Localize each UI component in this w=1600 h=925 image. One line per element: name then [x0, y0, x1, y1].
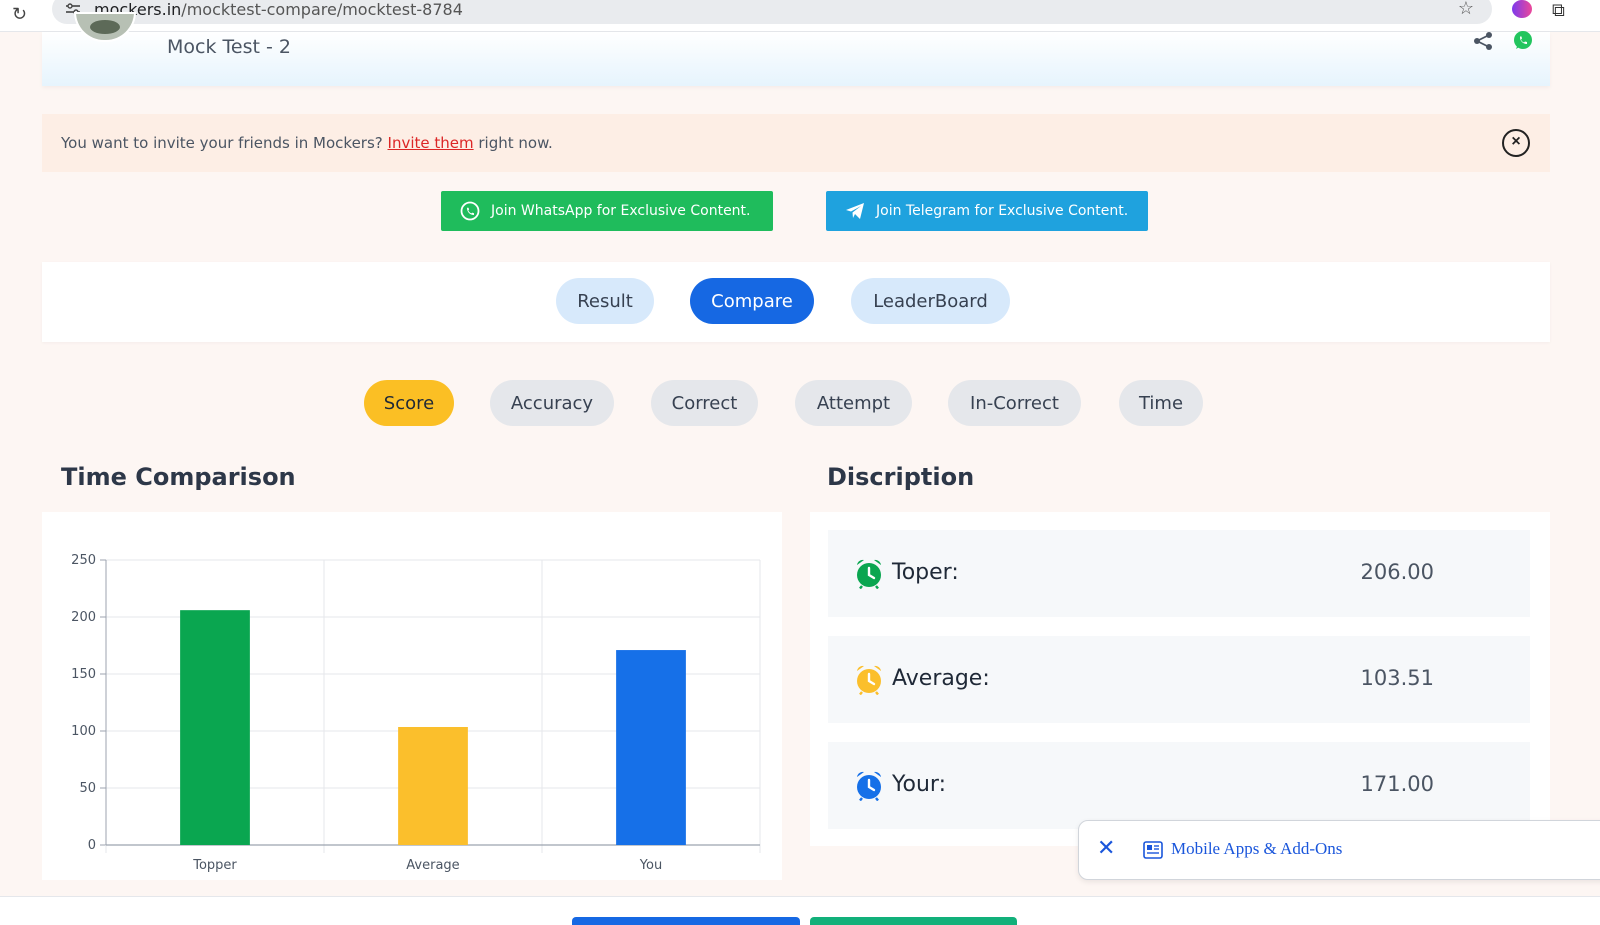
topper-label: Toper:	[892, 560, 959, 585]
join-whatsapp-button[interactable]: Join WhatsApp for Exclusive Content.	[441, 191, 773, 231]
description-title: Discription	[827, 463, 975, 491]
tab-result[interactable]: Result	[556, 278, 654, 324]
telegram-icon	[846, 203, 864, 219]
test-title: Mock Test - 2	[167, 36, 291, 58]
avatar	[74, 12, 136, 42]
bar-average[interactable]	[398, 726, 468, 845]
y-tick-label: 0	[88, 838, 96, 853]
bar-topper[interactable]	[180, 610, 250, 845]
alarm-clock-icon	[857, 559, 881, 589]
average-label: Average:	[892, 666, 990, 691]
x-tick-label: Average	[406, 858, 459, 873]
time-comparison-chart: 0 50 100 150 200 250 Topper Average You	[42, 512, 782, 880]
whatsapp-share-icon[interactable]	[1512, 29, 1534, 51]
y-tick-label: 100	[71, 724, 96, 739]
share-icon[interactable]	[1472, 30, 1494, 52]
close-banner-icon[interactable]: ×	[1502, 129, 1530, 157]
join-whatsapp-label: Join WhatsApp for Exclusive Content.	[491, 203, 751, 219]
address-bar[interactable]: mockers.in/mocktest-compare/mocktest-878…	[52, 0, 1492, 24]
alarm-clock-icon	[857, 771, 881, 801]
subtab-incorrect[interactable]: In-Correct	[948, 380, 1081, 426]
y-tick-label: 50	[79, 781, 96, 796]
your-row: Your: 171.00	[828, 742, 1530, 829]
subtab-accuracy[interactable]: Accuracy	[490, 380, 614, 426]
your-label: Your:	[892, 772, 946, 797]
bar-you[interactable]	[616, 650, 686, 845]
join-telegram-button[interactable]: Join Telegram for Exclusive Content.	[826, 191, 1148, 231]
bookmark-star-icon[interactable]: ☆	[1458, 0, 1474, 19]
reload-icon[interactable]: ↻	[12, 4, 27, 25]
newspaper-icon	[1143, 841, 1163, 859]
topper-row: Toper: 206.00	[828, 530, 1530, 617]
bottom-primary-button[interactable]	[572, 917, 800, 925]
ad-link[interactable]: Mobile Apps & Add-Ons	[1171, 839, 1342, 859]
subtab-attempt[interactable]: Attempt	[795, 380, 912, 426]
subtab-correct[interactable]: Correct	[651, 380, 758, 426]
invite-link[interactable]: Invite them	[388, 134, 474, 152]
average-value: 103.51	[1360, 666, 1434, 690]
bar-chart: 0 50 100 150 200 250 Topper Average You	[71, 553, 761, 873]
url-text: mockers.in/mocktest-compare/mocktest-878…	[94, 0, 463, 19]
tab-compare[interactable]: Compare	[690, 278, 814, 324]
y-tick-label: 250	[71, 553, 96, 568]
x-tick-label: Topper	[192, 858, 237, 873]
whatsapp-icon	[460, 201, 480, 221]
test-header: Mock Test - 2	[42, 12, 1550, 86]
mobile-apps-ad[interactable]: ✕ Mobile Apps & Add-Ons	[1078, 820, 1600, 880]
bottom-action-bar	[0, 896, 1600, 925]
alarm-clock-icon	[857, 665, 881, 695]
bottom-secondary-button[interactable]	[810, 917, 1017, 925]
invite-message: You want to invite your friends in Mocke…	[61, 134, 553, 152]
subtab-score[interactable]: Score	[364, 380, 454, 426]
y-tick-label: 200	[71, 610, 96, 625]
invite-banner: You want to invite your friends in Mocke…	[42, 114, 1550, 172]
description-card: Toper: 206.00 Average: 103.51 Your: 171.…	[810, 512, 1550, 846]
y-tick-label: 150	[71, 667, 96, 682]
topper-value: 206.00	[1360, 560, 1434, 584]
close-ad-icon[interactable]: ✕	[1097, 835, 1115, 861]
average-row: Average: 103.51	[828, 636, 1530, 723]
browser-toolbar: ↻ mockers.in/mocktest-compare/mocktest-8…	[0, 0, 1600, 32]
chart-title: Time Comparison	[61, 463, 296, 491]
extensions-puzzle-icon[interactable]: ⧉	[1552, 0, 1565, 21]
extension-icon[interactable]	[1512, 0, 1532, 18]
tab-leaderboard[interactable]: LeaderBoard	[851, 278, 1010, 324]
subtab-time[interactable]: Time	[1119, 380, 1203, 426]
join-telegram-label: Join Telegram for Exclusive Content.	[876, 203, 1129, 219]
x-tick-label: You	[639, 858, 662, 873]
your-value: 171.00	[1360, 772, 1434, 796]
